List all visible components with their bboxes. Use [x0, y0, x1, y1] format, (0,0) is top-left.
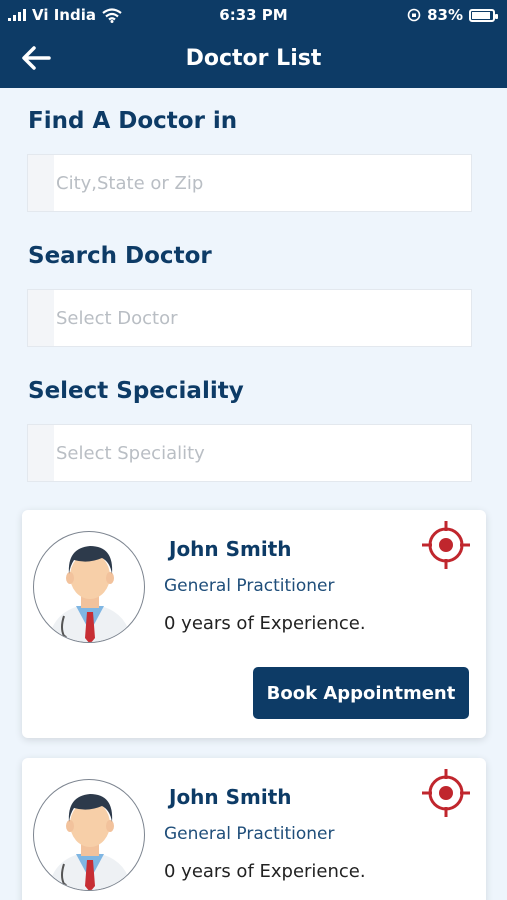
doctor-speciality: General Practitioner [164, 824, 335, 844]
speciality-placeholder: Select Speciality [56, 442, 205, 464]
app-header: Vi India 6:33 PM 83% Doctor List [0, 0, 507, 88]
speciality-label: Select Speciality [28, 378, 244, 404]
speciality-select[interactable]: Select Speciality [27, 424, 472, 482]
status-bar: Vi India 6:33 PM 83% [0, 0, 507, 30]
orientation-lock-icon [407, 8, 421, 22]
page-title: Doctor List [185, 46, 322, 71]
location-target-icon[interactable] [420, 767, 472, 819]
location-label: Find A Doctor in [28, 108, 238, 134]
battery-icon [469, 8, 498, 22]
doctor-avatar [33, 779, 145, 891]
doctor-card[interactable]: John Smith General Practitioner 0 years … [22, 758, 486, 900]
location-placeholder: City,State or Zip [56, 172, 204, 194]
location-input[interactable]: City,State or Zip [27, 154, 472, 212]
battery-percent: 83% [427, 6, 463, 24]
doctor-experience: 0 years of Experience. [164, 861, 366, 882]
doctor-name: John Smith [169, 785, 292, 809]
search-doctor-label: Search Doctor [28, 243, 212, 269]
doctor-experience: 0 years of Experience. [164, 613, 366, 634]
location-target-icon[interactable] [420, 519, 472, 571]
doctor-avatar [33, 531, 145, 643]
doctor-placeholder: Select Doctor [56, 307, 178, 329]
doctor-select[interactable]: Select Doctor [27, 289, 472, 347]
doctor-card[interactable]: John Smith General Practitioner 0 years … [22, 510, 486, 738]
book-appointment-button[interactable]: Book Appointment [253, 667, 469, 719]
doctor-name: John Smith [169, 537, 292, 561]
doctor-speciality: General Practitioner [164, 576, 335, 596]
